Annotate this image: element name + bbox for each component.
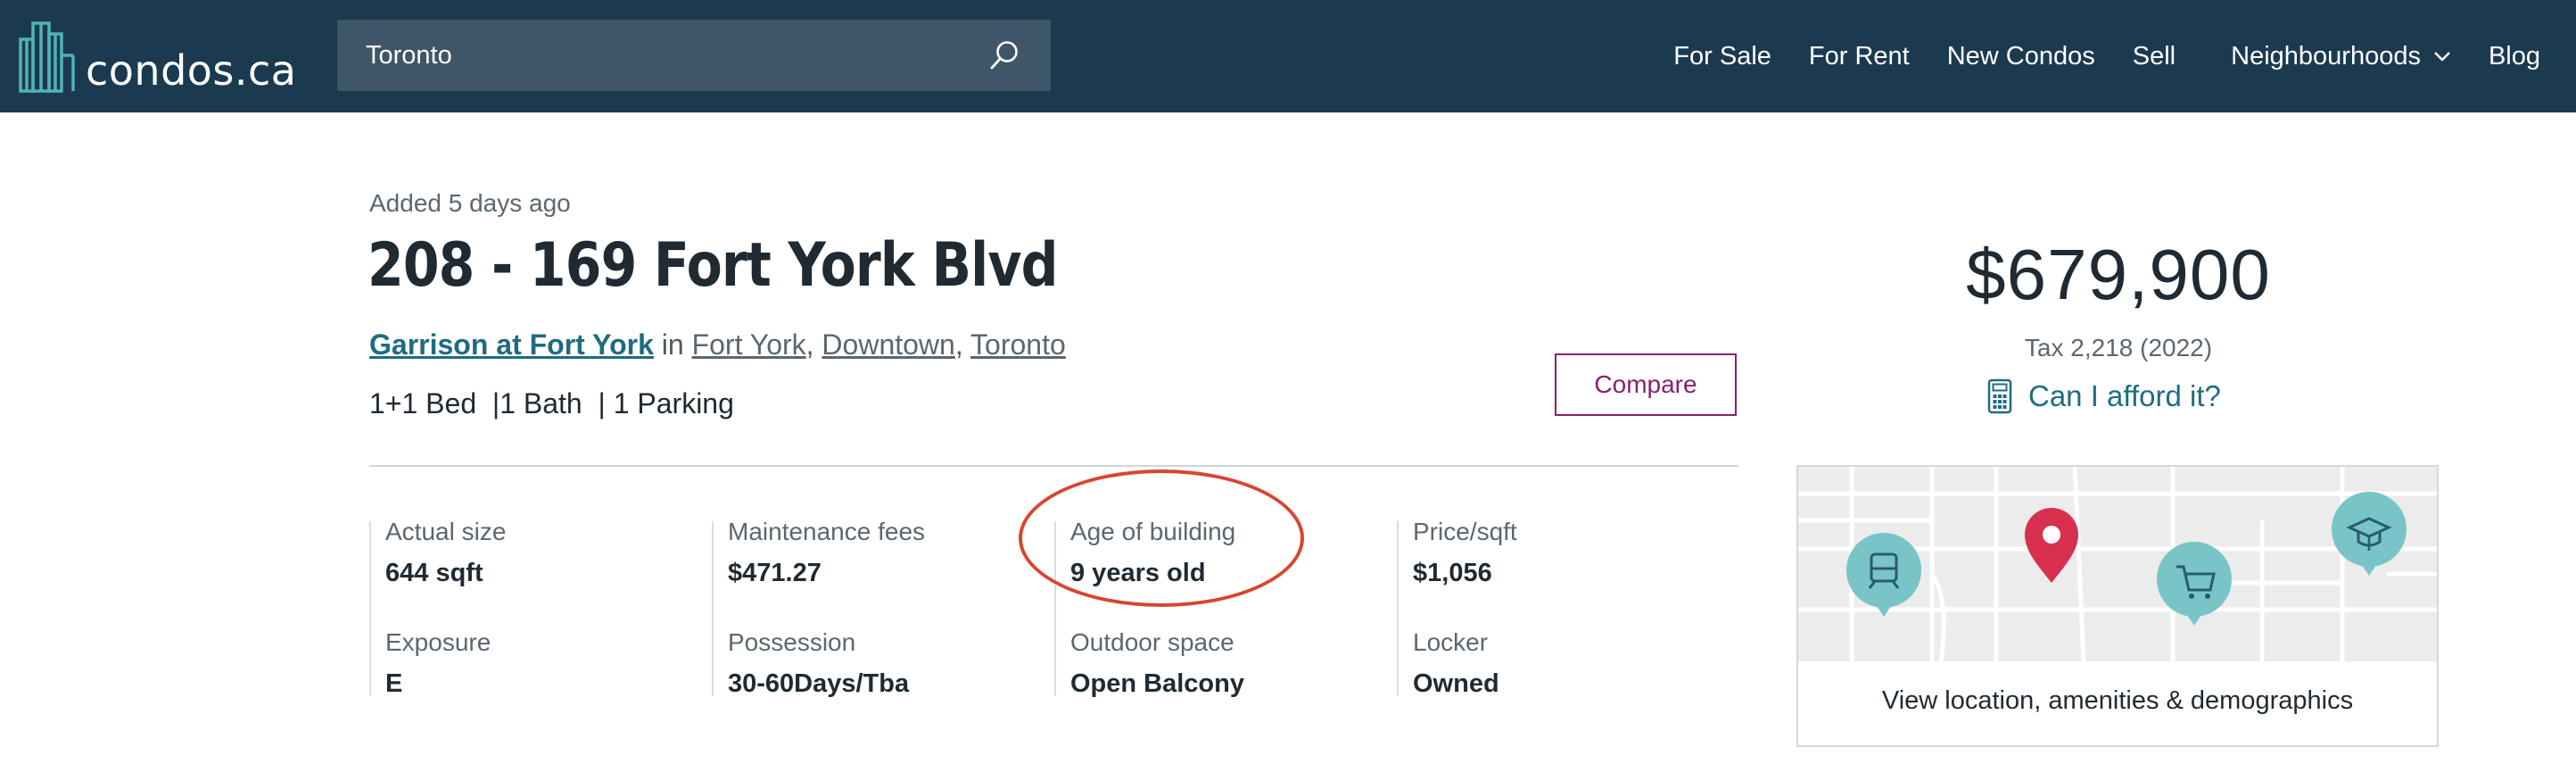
search-bar	[337, 20, 1051, 91]
nav-blog[interactable]: Blog	[2489, 42, 2540, 71]
fact-label: Exposure	[385, 628, 491, 656]
map-card[interactable]: View location, amenities & demographics	[1796, 465, 2439, 747]
location-in-text: in	[653, 328, 692, 361]
nav-new-condos[interactable]: New Condos	[1947, 42, 2095, 71]
afford-link[interactable]: Can I afford it?	[1987, 378, 2221, 414]
nav-for-sale[interactable]: For Sale	[1673, 42, 1771, 71]
fact-label: Possession	[728, 628, 856, 656]
fact-label: Price/sqft	[1413, 518, 1517, 545]
added-date: Added 5 days ago	[369, 189, 571, 217]
column-divider	[1397, 521, 1399, 696]
fact-possession: Possession 30-60Days/Tba	[728, 628, 1049, 699]
nav-sell[interactable]: Sell	[2133, 42, 2176, 71]
fact-value: Open Balcony	[1070, 669, 1244, 698]
compare-button[interactable]: Compare	[1555, 353, 1737, 416]
logo-buildings-icon	[19, 21, 75, 93]
fact-value: $471.27	[728, 559, 822, 587]
fact-value: 30-60Days/Tba	[728, 669, 910, 698]
fact-value: E	[385, 669, 403, 698]
neighbourhood-link-downtown[interactable]: Downtown	[822, 328, 954, 361]
nav-neighbourhoods[interactable]: Neighbourhoods	[2231, 42, 2451, 71]
fact-label: Actual size	[385, 518, 507, 545]
site-header: condos.ca For Sale For Rent New Condos S…	[0, 0, 2576, 112]
location-separator: ,	[954, 328, 971, 361]
fact-exposure: Exposure E	[385, 628, 706, 699]
column-divider	[369, 521, 371, 696]
main-nav: For Sale For Rent New Condos Sell Neighb…	[1636, 0, 2540, 112]
listing-title: 208 - 169 Fort York Blvd	[367, 230, 1058, 301]
nav-neighbourhoods-label: Neighbourhoods	[2231, 41, 2421, 71]
site-logo[interactable]: condos.ca	[18, 20, 297, 93]
fact-value: Owned	[1413, 669, 1499, 698]
fact-label: Outdoor space	[1070, 628, 1234, 656]
fact-value: $1,056	[1413, 559, 1492, 587]
fact-label: Maintenance fees	[728, 518, 926, 545]
neighbourhood-link-fort-york[interactable]: Fort York	[692, 328, 806, 361]
chevron-down-icon	[2434, 52, 2450, 62]
listing-location: Garrison at Fort York in Fort York, Down…	[369, 328, 1066, 361]
fact-outdoor-space: Outdoor space Open Balcony	[1070, 628, 1391, 699]
listing-specs: 1+1 Bed |1 Bath | 1 Parking	[369, 387, 734, 419]
map-preview	[1798, 467, 2437, 661]
logo-text: condos.ca	[86, 46, 297, 95]
map-caption: View location, amenities & demographics	[1881, 686, 2354, 715]
fact-maintenance-fees: Maintenance fees $471.27	[728, 518, 1049, 588]
section-divider	[369, 465, 1738, 467]
building-link[interactable]: Garrison at Fort York	[369, 328, 654, 361]
fact-label: Locker	[1413, 628, 1489, 656]
fact-locker: Locker Owned	[1413, 628, 1734, 699]
annotation-circle	[1019, 469, 1304, 607]
afford-label: Can I afford it?	[2028, 379, 2221, 412]
neighbourhood-link-toronto[interactable]: Toronto	[970, 328, 1066, 361]
location-separator: ,	[805, 328, 822, 361]
tax-info: Tax 2,218 (2022)	[2024, 334, 2213, 361]
fact-price-per-sqft: Price/sqft $1,056	[1413, 518, 1734, 588]
search-icon[interactable]	[988, 39, 1020, 71]
listing-price: $679,900	[1966, 235, 2271, 314]
fact-value: 644 sqft	[385, 559, 483, 587]
column-divider	[712, 521, 714, 696]
calculator-icon	[1987, 378, 2012, 414]
search-input[interactable]	[366, 20, 972, 91]
fact-actual-size: Actual size 644 sqft	[385, 518, 706, 588]
nav-for-rent[interactable]: For Rent	[1809, 42, 1910, 71]
